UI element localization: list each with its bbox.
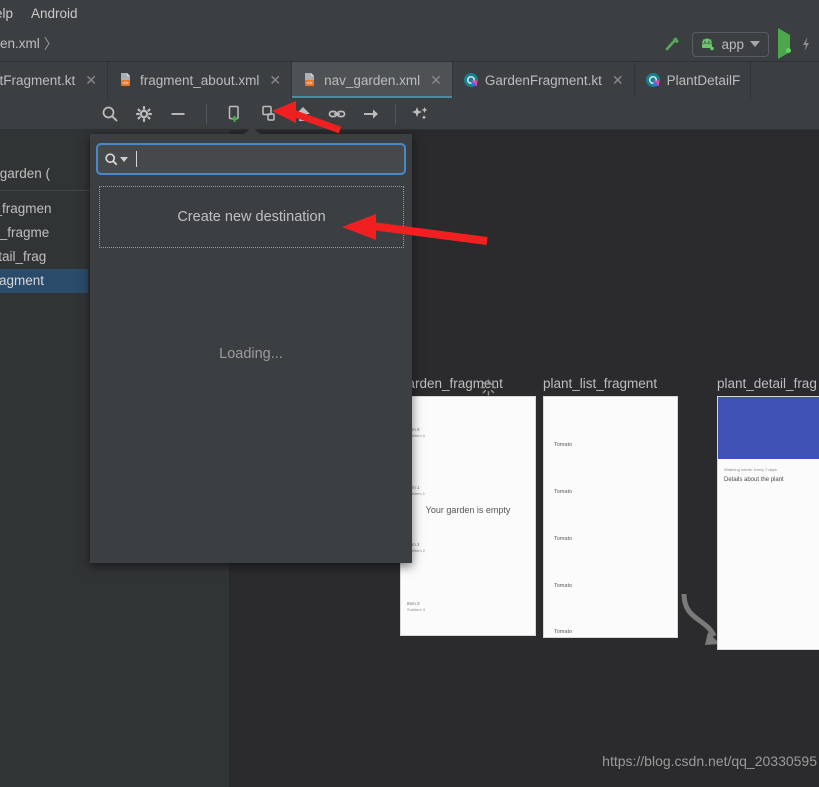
- component-tree-header-label: ions: [0, 106, 100, 121]
- auto-arrange-icon[interactable]: [410, 104, 430, 124]
- loading-spinner-icon: [480, 379, 497, 396]
- search-input[interactable]: [136, 151, 137, 167]
- run-configuration-label: app: [721, 36, 744, 52]
- editor-tab-label: fragment_about.xml: [140, 72, 260, 88]
- detail-body-text: Details about the plant: [724, 477, 784, 483]
- editor-tab-label: utFragment.kt: [0, 72, 76, 88]
- run-toolbar: app: [663, 26, 813, 62]
- menu-bar: elp Android: [0, 0, 819, 26]
- destination-preview[interactable]: Item 0 Subitem 0 Item 1 Subitem 1 Item 2…: [400, 396, 536, 636]
- create-new-destination-label: Create new destination: [177, 209, 326, 225]
- gear-icon[interactable]: [134, 104, 154, 124]
- new-nested-graph-icon[interactable]: [259, 104, 279, 124]
- search-icon[interactable]: [100, 104, 120, 124]
- search-dropdown-icon[interactable]: [104, 152, 119, 167]
- detail-hero-image: [718, 397, 819, 459]
- list-item: Tomato: [554, 489, 573, 495]
- toolbar-group-destinations: [206, 103, 381, 124]
- android-studio-window: elp Android rden.xml 〉: [0, 0, 819, 787]
- editor-tab-label: PlantDetailF: [666, 72, 741, 88]
- detail-subtitle: Watering needs: every 7 days: [724, 467, 777, 472]
- destination-plant-detail-fragment[interactable]: plant_detail_frag Watering needs: every …: [717, 376, 819, 650]
- navigation-bar: rden.xml 〉 app: [0, 26, 819, 62]
- destination-garden-fragment[interactable]: garden_fragment Item 0 Subitem 0 Item 1 …: [400, 376, 536, 636]
- svg-text:<>: <>: [306, 81, 312, 87]
- editor-tab-gardenfragment-kt[interactable]: GardenFragment.kt ✕: [453, 62, 635, 98]
- kotlin-file-icon: [463, 73, 478, 87]
- editor-tab-bar: utFragment.kt ✕ <> fragment_about.xml ✕ …: [0, 62, 819, 98]
- list-item: Item 3 Subitem 3: [407, 601, 426, 612]
- run-configuration-selector[interactable]: app: [692, 31, 769, 57]
- menu-item-android[interactable]: Android: [22, 4, 87, 23]
- list-item: Tomato: [554, 629, 573, 635]
- destination-preview[interactable]: Tomato Tomato Tomato Tomato Tomato: [543, 396, 678, 638]
- breadcrumb-item-file[interactable]: rden.xml: [0, 36, 40, 51]
- empty-state-label: Your garden is empty: [425, 505, 511, 515]
- minus-icon[interactable]: [168, 104, 188, 124]
- tree-row-about-fragment[interactable]: ut_fragment: [0, 269, 88, 293]
- watermark-text: https://blog.csdn.net/qq_20330595: [602, 753, 817, 769]
- set-start-destination-icon[interactable]: [293, 104, 313, 124]
- toolbar-group-view: [100, 104, 188, 124]
- new-action-icon[interactable]: [327, 104, 347, 124]
- android-head-icon: [702, 38, 715, 51]
- destination-preview[interactable]: Watering needs: every 7 days Details abo…: [717, 396, 819, 650]
- editor-tab-nav-garden-xml[interactable]: <> nav_garden.xml ✕: [292, 62, 453, 98]
- navigation-editor-toolbar: ions: [0, 98, 819, 130]
- destination-label: plant_list_fragment: [543, 376, 658, 391]
- run-play-icon: [778, 28, 790, 59]
- close-icon[interactable]: ✕: [612, 72, 624, 89]
- destination-label: plant_detail_frag: [717, 376, 817, 391]
- list-item: Tomato: [554, 442, 573, 448]
- list-item: Tomato: [554, 583, 573, 589]
- new-include-icon[interactable]: [361, 104, 381, 124]
- create-new-destination-item[interactable]: Create new destination: [99, 186, 404, 248]
- loading-label: Loading...: [219, 346, 283, 362]
- android-xml-layout-icon: <>: [121, 73, 131, 87]
- editor-tab-plantdetailfragment-kt[interactable]: PlantDetailF: [635, 62, 752, 98]
- editor-tab-aboutfragment-kt[interactable]: utFragment.kt ✕: [0, 62, 109, 98]
- svg-text:<>: <>: [122, 81, 128, 87]
- chevron-down-icon[interactable]: [120, 156, 128, 162]
- new-destination-icon[interactable]: [225, 104, 245, 124]
- add-destination-popup[interactable]: Create new destination Loading...: [90, 127, 497, 563]
- breadcrumb[interactable]: rden.xml 〉: [0, 34, 58, 54]
- list-item: Tomato: [554, 536, 573, 542]
- breadcrumb-chevron-icon: 〉: [43, 35, 58, 52]
- lightning-bolt-icon[interactable]: [799, 34, 813, 54]
- destination-search-box[interactable]: [96, 143, 406, 175]
- close-icon[interactable]: ✕: [269, 72, 281, 89]
- close-icon[interactable]: ✕: [430, 72, 442, 89]
- editor-tab-label: GardenFragment.kt: [484, 72, 602, 88]
- chevron-down-icon[interactable]: [750, 41, 760, 47]
- editor-tab-label: nav_garden.xml: [324, 72, 421, 88]
- destination-plant-list-fragment[interactable]: plant_list_fragment Tomato Tomato Tomato…: [543, 376, 678, 638]
- menu-item-help[interactable]: elp: [0, 4, 22, 23]
- run-button[interactable]: [778, 28, 791, 59]
- toolbar-group-arrange: [395, 103, 430, 124]
- destination-label: garden_fragment: [400, 376, 503, 391]
- editor-tab-fragment-about-xml[interactable]: <> fragment_about.xml ✕: [108, 62, 293, 98]
- android-xml-layout-icon: <>: [305, 73, 315, 87]
- hammer-icon[interactable]: [663, 34, 683, 54]
- close-icon[interactable]: ✕: [85, 72, 97, 89]
- kotlin-file-icon: [645, 73, 660, 87]
